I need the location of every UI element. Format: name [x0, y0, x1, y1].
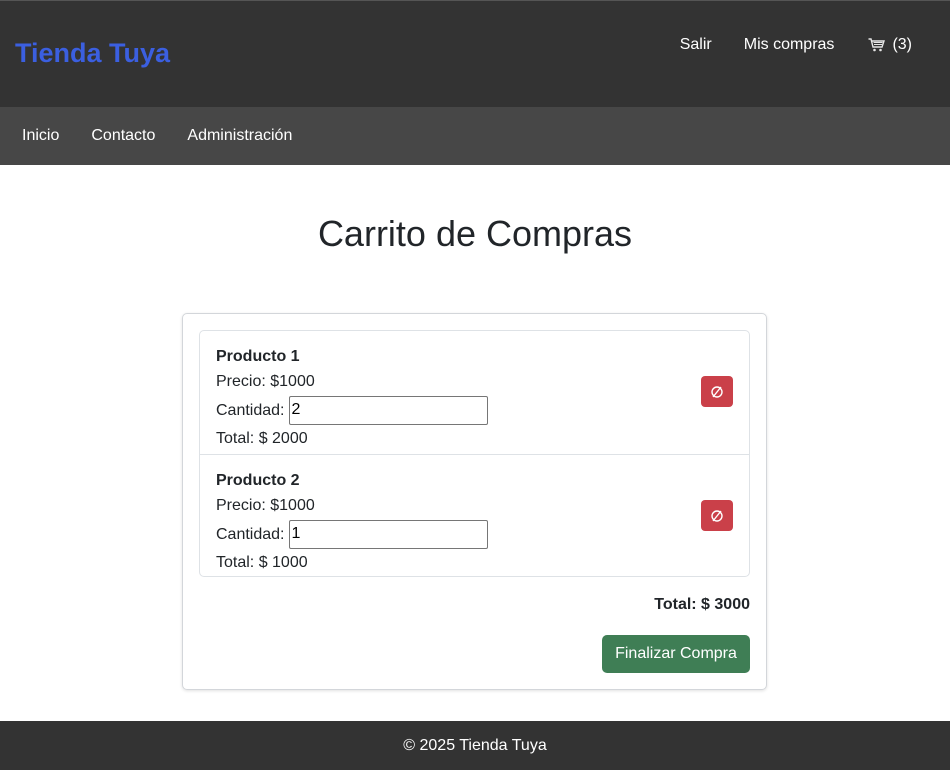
footer: © 2025 Tienda Tuya — [0, 721, 950, 770]
item-total: Total: $ 2000 — [216, 430, 308, 447]
item-total: Total: $ 1000 — [216, 554, 308, 571]
remove-item-button[interactable] — [701, 500, 733, 531]
cart-link[interactable]: (3) — [868, 36, 912, 54]
brand-logo-link[interactable]: Tienda Tuya — [15, 38, 170, 69]
cart-item-list: Producto 1 Precio: $1000 Cantidad: Total… — [199, 330, 750, 577]
quantity-input[interactable] — [288, 519, 488, 549]
cart-count: (3) — [892, 36, 912, 53]
shopping-cart-icon — [868, 38, 886, 52]
logout-link[interactable]: Salir — [680, 36, 712, 54]
empty-set-icon — [711, 385, 723, 398]
empty-set-icon — [711, 509, 723, 522]
top-links: Salir Mis compras (3) — [680, 36, 912, 54]
cart-grand-total: Total: $ 3000 — [654, 596, 750, 613]
my-orders-link[interactable]: Mis compras — [744, 36, 835, 54]
quantity-input[interactable] — [288, 395, 488, 425]
page-title: Carrito de Compras — [317, 213, 633, 254]
cart-item: Producto 2 Precio: $1000 Cantidad: Total… — [200, 454, 749, 577]
cart-item: Producto 1 Precio: $1000 Cantidad: Total… — [200, 331, 749, 454]
remove-item-button[interactable] — [701, 376, 733, 407]
product-price: Precio: $1000 — [216, 373, 315, 390]
nav-item-contacto[interactable]: Contacto — [91, 127, 155, 145]
main-nav: Inicio Contacto Administración — [0, 107, 950, 165]
footer-copyright: © 2025 Tienda Tuya — [403, 736, 547, 754]
product-name: Producto 1 — [216, 348, 300, 365]
checkout-button[interactable]: Finalizar Compra — [602, 635, 750, 673]
nav-item-administracion[interactable]: Administración — [187, 127, 292, 145]
nav-item-inicio[interactable]: Inicio — [22, 127, 59, 145]
top-header: Tienda Tuya Salir Mis compras (3) — [0, 0, 950, 107]
quantity-label: Cantidad: — [216, 525, 285, 543]
quantity-label: Cantidad: — [216, 401, 285, 419]
product-name: Producto 2 — [216, 472, 300, 489]
quantity-row: Cantidad: — [216, 395, 733, 425]
quantity-row: Cantidad: — [216, 519, 733, 549]
cart-card: Producto 1 Precio: $1000 Cantidad: Total… — [182, 313, 767, 690]
product-price: Precio: $1000 — [216, 497, 315, 514]
